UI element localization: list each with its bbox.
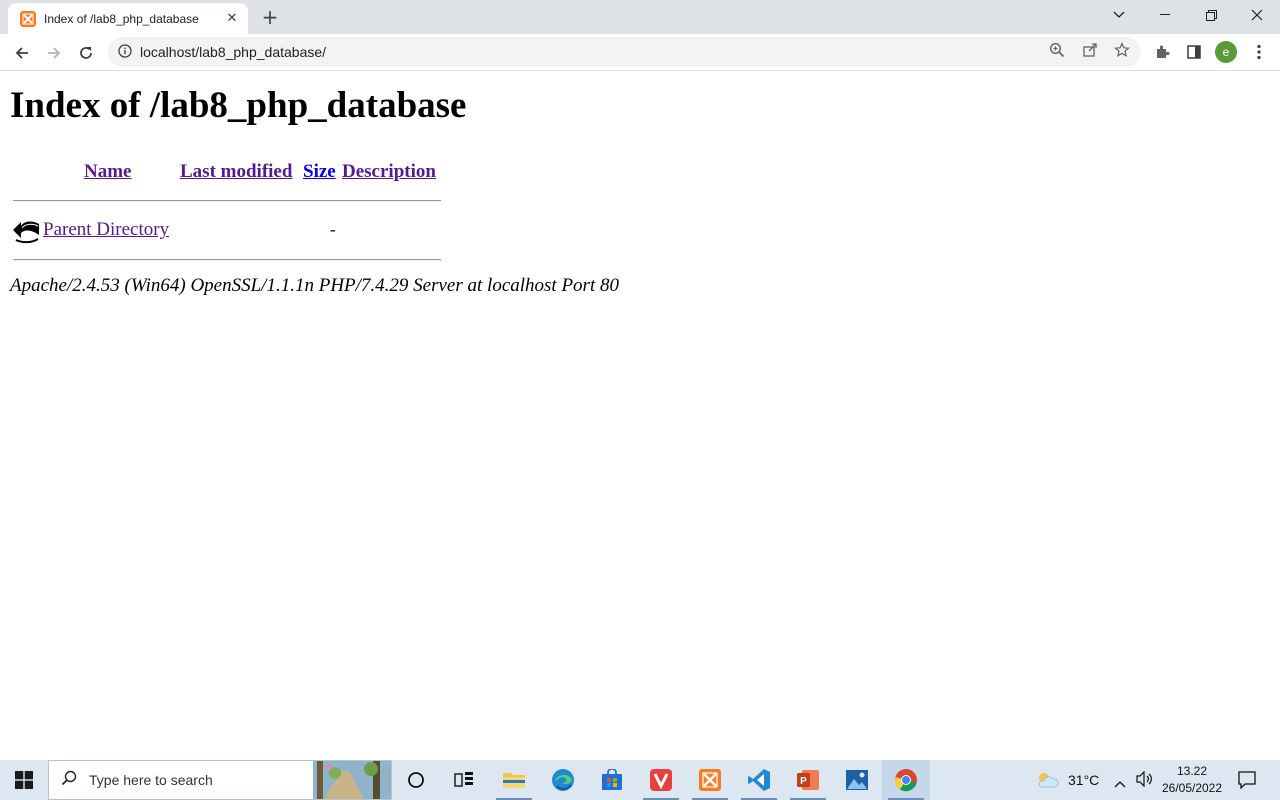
tab-strip: Index of /lab8_php_database ✕ + bbox=[0, 0, 1280, 34]
taskbar-clock[interactable]: 13.22 26/05/2022 bbox=[1160, 763, 1224, 797]
vivaldi-icon[interactable] bbox=[637, 760, 685, 800]
chrome-icon[interactable] bbox=[882, 760, 930, 800]
svg-text:P: P bbox=[800, 776, 807, 787]
microsoft-store-icon[interactable] bbox=[588, 760, 636, 800]
profile-avatar[interactable]: e bbox=[1215, 41, 1237, 63]
reload-button[interactable] bbox=[72, 39, 100, 67]
tab-title: Index of /lab8_php_database bbox=[44, 11, 199, 26]
photos-icon[interactable] bbox=[833, 760, 881, 800]
vscode-icon[interactable] bbox=[735, 760, 783, 800]
column-header-last-modified[interactable]: Last modified bbox=[180, 161, 292, 183]
zoom-icon[interactable] bbox=[1047, 40, 1067, 60]
notifications-icon[interactable] bbox=[1238, 771, 1256, 793]
table-divider-bottom bbox=[13, 259, 441, 261]
side-panel-icon[interactable] bbox=[1182, 40, 1206, 64]
tab-search-button[interactable] bbox=[1096, 0, 1142, 30]
volume-icon[interactable] bbox=[1136, 770, 1154, 791]
powerpoint-icon[interactable]: P bbox=[784, 760, 832, 800]
weather-temperature[interactable]: 31°C bbox=[1068, 772, 1099, 788]
browser-toolbar: localhost/lab8_php_database/ e bbox=[0, 34, 1280, 71]
share-icon[interactable] bbox=[1080, 40, 1100, 60]
forward-button[interactable] bbox=[40, 39, 68, 67]
cortana-icon[interactable] bbox=[392, 760, 440, 800]
address-bar[interactable]: localhost/lab8_php_database/ bbox=[108, 37, 1141, 67]
parent-directory-link[interactable]: Parent Directory bbox=[43, 219, 169, 241]
column-header-size[interactable]: Size bbox=[303, 161, 336, 183]
tab-close-icon[interactable]: ✕ bbox=[224, 11, 240, 27]
search-highlight-illustration bbox=[313, 761, 391, 799]
page-content: Index of /lab8_php_database Name Last mo… bbox=[0, 71, 1280, 760]
minimize-button[interactable] bbox=[1142, 0, 1188, 30]
close-window-button[interactable] bbox=[1234, 0, 1280, 30]
file-explorer-icon[interactable] bbox=[490, 760, 538, 800]
search-placeholder: Type here to search bbox=[89, 772, 213, 788]
back-button[interactable] bbox=[8, 39, 36, 67]
row-size-value: - bbox=[330, 220, 336, 239]
column-header-description[interactable]: Description bbox=[342, 161, 436, 183]
chevron-up-icon[interactable] bbox=[1114, 773, 1126, 792]
bookmark-star-icon[interactable] bbox=[1112, 40, 1132, 60]
table-divider-top bbox=[13, 200, 441, 202]
url-text: localhost/lab8_php_database/ bbox=[140, 44, 327, 60]
back-folder-icon bbox=[13, 221, 39, 244]
xampp-favicon-icon bbox=[20, 10, 36, 27]
windows-taskbar: Type here to search P 31°C 13.22 26/05/2… bbox=[0, 760, 1280, 800]
weather-icon[interactable] bbox=[1035, 770, 1059, 794]
server-signature: Apache/2.4.53 (Win64) OpenSSL/1.1.1n PHP… bbox=[10, 275, 619, 296]
menu-kebab-icon[interactable] bbox=[1247, 40, 1271, 64]
clock-time: 13.22 bbox=[1176, 764, 1208, 778]
new-tab-button[interactable]: + bbox=[258, 5, 282, 29]
search-icon bbox=[61, 770, 77, 790]
browser-tab[interactable]: Index of /lab8_php_database ✕ bbox=[8, 3, 248, 34]
taskbar-search-box[interactable]: Type here to search bbox=[48, 760, 392, 800]
windows-start-button[interactable] bbox=[0, 760, 48, 800]
info-icon[interactable] bbox=[118, 43, 132, 62]
task-view-icon[interactable] bbox=[440, 760, 488, 800]
extensions-icon[interactable] bbox=[1150, 40, 1174, 64]
column-header-name[interactable]: Name bbox=[84, 161, 131, 183]
clock-date: 26/05/2022 bbox=[1161, 781, 1223, 795]
page-heading: Index of /lab8_php_database bbox=[10, 85, 467, 126]
restore-button[interactable] bbox=[1188, 0, 1234, 30]
edge-icon[interactable] bbox=[539, 760, 587, 800]
xampp-icon[interactable] bbox=[686, 760, 734, 800]
